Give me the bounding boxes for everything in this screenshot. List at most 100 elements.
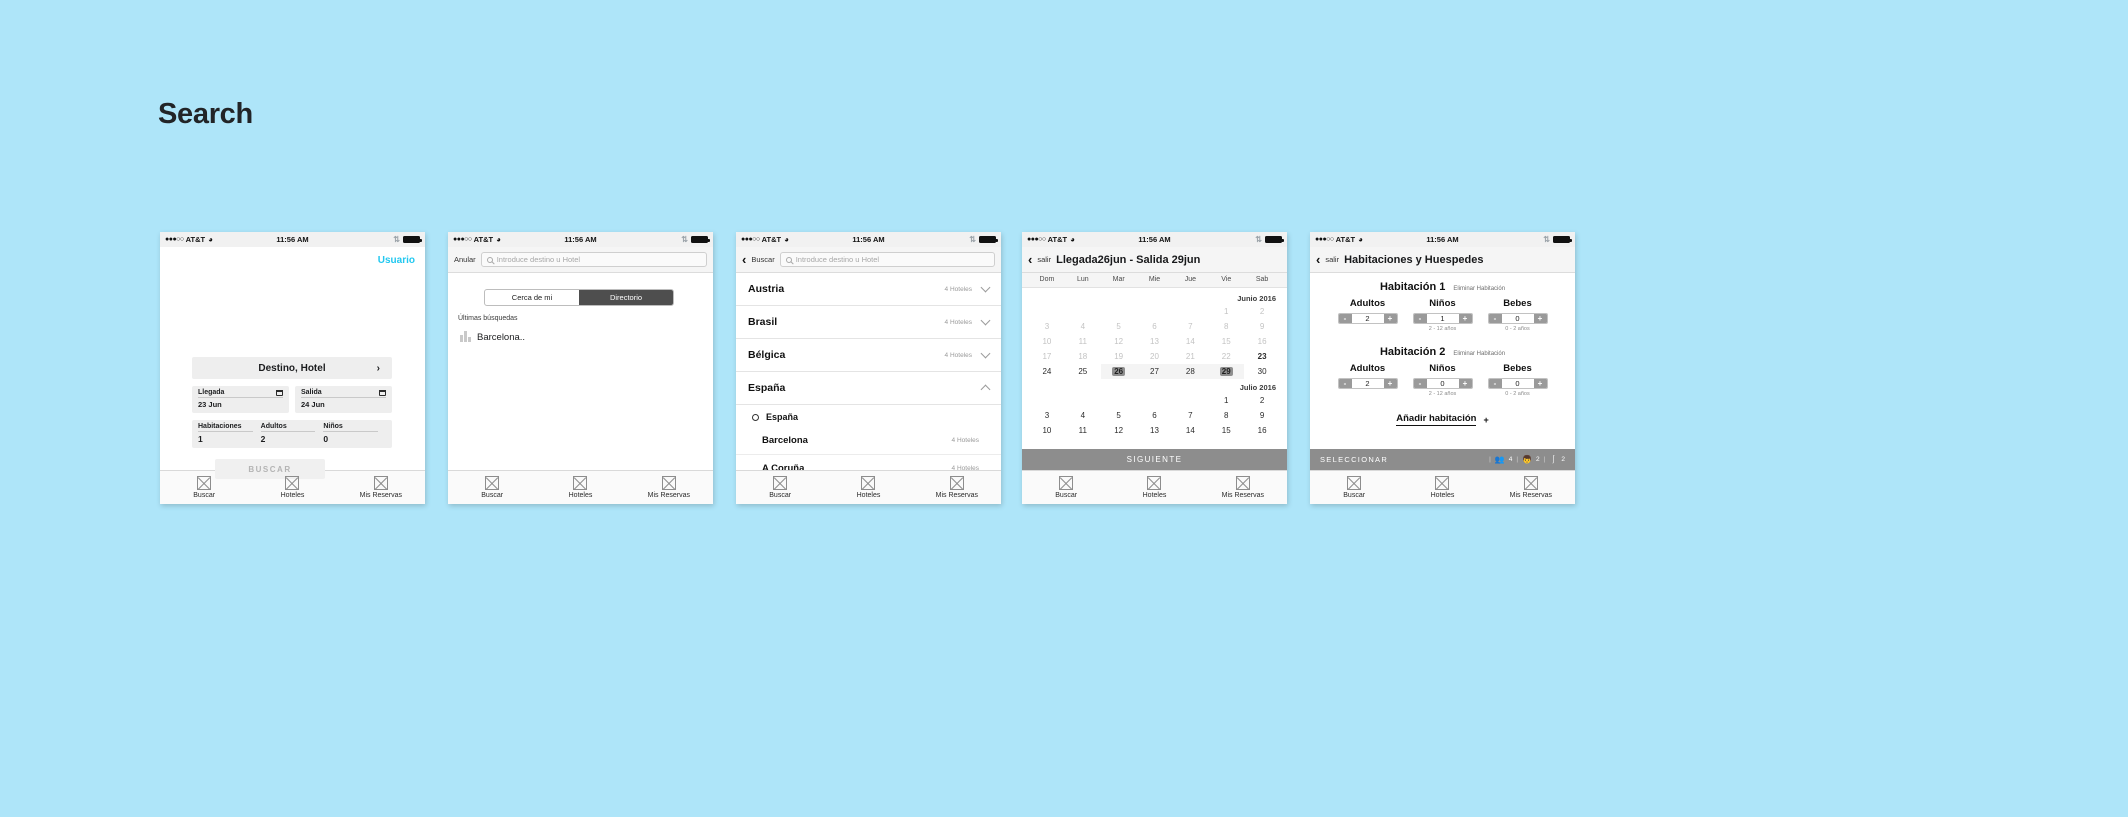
rooms-field[interactable]: Habitaciones 1 bbox=[198, 423, 261, 444]
city-row[interactable]: Barcelona 4 Hoteles bbox=[736, 427, 1001, 455]
recent-search-item[interactable]: Barcelona.. bbox=[460, 331, 525, 342]
user-link[interactable]: Usuario bbox=[378, 255, 415, 266]
calendar-day-disabled[interactable]: 12 bbox=[1101, 334, 1137, 349]
calendar-day-disabled[interactable]: 2 bbox=[1244, 304, 1280, 319]
calendar-day-disabled[interactable]: 11 bbox=[1065, 334, 1101, 349]
counter-stepper[interactable]: -2 + bbox=[1337, 313, 1398, 324]
country-row[interactable]: Brasil 4 Hoteles bbox=[736, 306, 1001, 339]
calendar-day[interactable]: 6 bbox=[1137, 408, 1173, 423]
tab-hoteles[interactable]: Hoteles bbox=[1398, 476, 1486, 499]
tab-buscar[interactable]: Buscar bbox=[448, 476, 536, 499]
tab-hoteles[interactable]: Hoteles bbox=[824, 476, 912, 499]
remove-room-link[interactable]: Eliminar Habitación bbox=[1453, 351, 1505, 357]
decrement-button[interactable]: - bbox=[1338, 379, 1352, 388]
decrement-button[interactable]: - bbox=[1338, 314, 1352, 323]
next-button[interactable]: SIGUIENTE bbox=[1022, 449, 1287, 470]
chevron-left-icon[interactable]: ‹ bbox=[1316, 253, 1320, 266]
search-input[interactable]: Introduce destino u Hotel bbox=[779, 252, 995, 267]
calendar-day-disabled[interactable]: 20 bbox=[1137, 349, 1173, 364]
chevron-down-icon[interactable] bbox=[980, 348, 991, 359]
tab-mis-reservas[interactable]: Mis Reservas bbox=[337, 476, 425, 499]
calendar-day-disabled[interactable]: 16 bbox=[1244, 334, 1280, 349]
children-field[interactable]: Niños 0 bbox=[323, 423, 386, 444]
chevron-down-icon[interactable] bbox=[980, 315, 991, 326]
calendar-day-disabled[interactable]: 17 bbox=[1029, 349, 1065, 364]
exit-button-label[interactable]: salir bbox=[1037, 255, 1051, 264]
segment-cerca-de-mi[interactable]: Cerca de mi bbox=[485, 290, 579, 305]
guest-fields[interactable]: Habitaciones 1 Adultos 2 Niños 0 bbox=[192, 420, 392, 448]
tab-buscar[interactable]: Buscar bbox=[736, 476, 824, 499]
increment-button[interactable]: + bbox=[1383, 314, 1397, 323]
tab-hoteles[interactable]: Hoteles bbox=[1110, 476, 1198, 499]
calendar-day-disabled[interactable]: 6 bbox=[1137, 319, 1173, 334]
decrement-button[interactable]: - bbox=[1413, 314, 1427, 323]
chevron-left-icon[interactable]: ‹ bbox=[742, 253, 746, 266]
calendar-day[interactable]: 16 bbox=[1244, 423, 1280, 438]
decrement-button[interactable]: - bbox=[1488, 314, 1502, 323]
checkout-field[interactable]: Salida 24 Jun bbox=[295, 386, 392, 413]
tab-hoteles[interactable]: Hoteles bbox=[536, 476, 624, 499]
increment-button[interactable]: + bbox=[1533, 379, 1547, 388]
calendar-day-disabled[interactable]: 18 bbox=[1065, 349, 1101, 364]
chevron-left-icon[interactable]: ‹ bbox=[1028, 253, 1032, 266]
back-button-label[interactable]: Buscar bbox=[751, 255, 774, 264]
tab-mis-reservas[interactable]: Mis Reservas bbox=[913, 476, 1001, 499]
calendar-day[interactable]: 3 bbox=[1029, 408, 1065, 423]
counter-stepper[interactable]: -0 + bbox=[1487, 313, 1548, 324]
calendar-day-disabled[interactable]: 3 bbox=[1029, 319, 1065, 334]
calendar-day-checkout[interactable]: 29 bbox=[1208, 364, 1245, 379]
calendar-day[interactable]: 24 bbox=[1029, 364, 1065, 379]
calendar-day[interactable]: 15 bbox=[1208, 423, 1244, 438]
tab-mis-reservas[interactable]: Mis Reservas bbox=[1487, 476, 1575, 499]
cancel-button[interactable]: Anular bbox=[454, 255, 476, 264]
calendar-day-disabled[interactable]: 13 bbox=[1137, 334, 1173, 349]
calendar-day-disabled[interactable]: 5 bbox=[1101, 319, 1137, 334]
calendar-day[interactable]: 13 bbox=[1137, 423, 1173, 438]
tab-hoteles[interactable]: Hoteles bbox=[248, 476, 336, 499]
decrement-button[interactable]: - bbox=[1413, 379, 1427, 388]
calendar-day[interactable]: 30 bbox=[1244, 364, 1280, 379]
city-row[interactable]: A Coruña 4 Hoteles bbox=[736, 455, 1001, 470]
calendar-day-disabled[interactable]: 7 bbox=[1172, 319, 1208, 334]
calendar-day[interactable]: 12 bbox=[1101, 423, 1137, 438]
calendar-day[interactable]: 7 bbox=[1172, 408, 1208, 423]
calendar-day[interactable]: 11 bbox=[1065, 423, 1101, 438]
exit-button-label[interactable]: salir bbox=[1325, 255, 1339, 264]
calendar-day-disabled[interactable]: 1 bbox=[1208, 304, 1244, 319]
calendar-day[interactable]: 10 bbox=[1029, 423, 1065, 438]
chevron-up-icon[interactable] bbox=[980, 384, 991, 394]
tab-mis-reservas[interactable]: Mis Reservas bbox=[1199, 476, 1287, 499]
tab-buscar[interactable]: Buscar bbox=[1022, 476, 1110, 499]
calendar-day[interactable]: 23 bbox=[1244, 349, 1280, 364]
counter-stepper[interactable]: -2 + bbox=[1337, 378, 1398, 389]
calendar-day[interactable]: 14 bbox=[1172, 423, 1208, 438]
calendar-day[interactable]: 4 bbox=[1065, 408, 1101, 423]
calendar-day-disabled[interactable]: 10 bbox=[1029, 334, 1065, 349]
calendar-day-disabled[interactable]: 9 bbox=[1244, 319, 1280, 334]
calendar-day[interactable]: 25 bbox=[1065, 364, 1101, 379]
remove-room-link[interactable]: Eliminar Habitación bbox=[1453, 286, 1505, 292]
decrement-button[interactable]: - bbox=[1488, 379, 1502, 388]
search-input[interactable]: Introduce destino u Hotel bbox=[480, 252, 707, 267]
counter-stepper[interactable]: -0 + bbox=[1487, 378, 1548, 389]
increment-button[interactable]: + bbox=[1458, 314, 1472, 323]
counter-stepper[interactable]: -1 + bbox=[1412, 313, 1473, 324]
checkin-field[interactable]: Llegada 23 Jun bbox=[192, 386, 289, 413]
chevron-down-icon[interactable] bbox=[980, 282, 991, 293]
calendar-day[interactable]: 1 bbox=[1208, 393, 1244, 408]
calendar-day-disabled[interactable]: 21 bbox=[1172, 349, 1208, 364]
calendar-day[interactable]: 8 bbox=[1208, 408, 1244, 423]
country-row-expanded[interactable]: España bbox=[736, 372, 1001, 405]
calendar-day-disabled[interactable]: 4 bbox=[1065, 319, 1101, 334]
radio-button-icon[interactable] bbox=[752, 413, 759, 421]
tab-buscar[interactable]: Buscar bbox=[160, 476, 248, 499]
country-row[interactable]: Bélgica 4 Hoteles bbox=[736, 339, 1001, 372]
calendar-day-disabled[interactable]: 22 bbox=[1208, 349, 1244, 364]
counter-stepper[interactable]: -0 + bbox=[1412, 378, 1473, 389]
calendar-day-disabled[interactable]: 14 bbox=[1172, 334, 1208, 349]
calendar-day-disabled[interactable]: 19 bbox=[1101, 349, 1137, 364]
search-submit-button[interactable]: BUSCAR bbox=[215, 459, 325, 479]
country-radio-option[interactable]: España bbox=[736, 405, 1001, 427]
increment-button[interactable]: + bbox=[1533, 314, 1547, 323]
country-row[interactable]: Austria 4 Hoteles bbox=[736, 273, 1001, 306]
